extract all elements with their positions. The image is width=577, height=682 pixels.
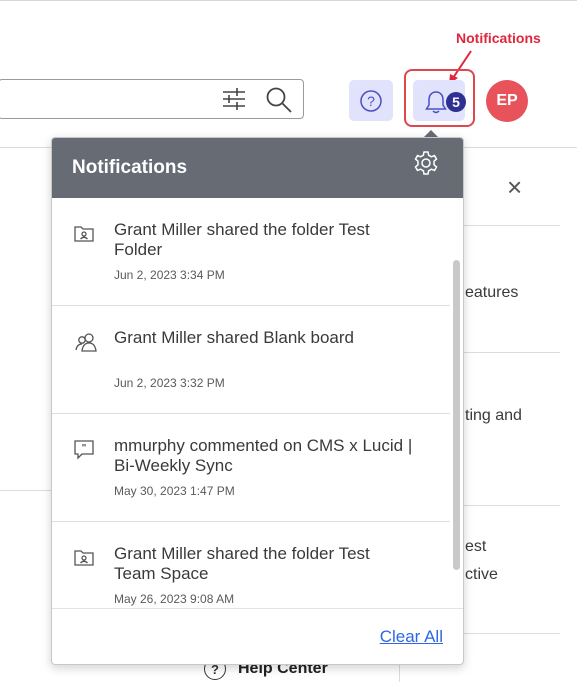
- notification-time: Jun 2, 2023 3:34 PM: [114, 268, 225, 282]
- shared-folder-icon: [74, 224, 94, 247]
- svg-text:?: ?: [367, 93, 375, 109]
- panel-text-fragment: est: [465, 538, 487, 555]
- notification-item[interactable]: " mmurphy commented on CMS x Lucid | Bi-…: [52, 414, 450, 522]
- notification-count-badge: 5: [446, 92, 466, 112]
- top-border: [0, 0, 577, 1]
- left-row-divider: [0, 490, 52, 491]
- notifications-header: Notifications: [52, 138, 463, 198]
- search-icon[interactable]: [265, 86, 293, 119]
- gear-icon[interactable]: [413, 150, 439, 181]
- notifications-list[interactable]: Grant Miller shared the folder Test Fold…: [52, 198, 463, 608]
- panel-text-fragment: ting and: [465, 407, 522, 424]
- callout-label: Notifications: [456, 30, 541, 46]
- notifications-button[interactable]: 5: [413, 80, 466, 121]
- notification-message: mmurphy commented on CMS x Lucid | Bi-We…: [114, 436, 413, 475]
- panel-text-fragment: eatures: [465, 284, 519, 301]
- notifications-dropdown: Notifications Grant Miller shared the fo…: [51, 137, 464, 665]
- notification-message: Grant Miller shared the folder Test Fold…: [114, 220, 370, 259]
- svg-text:": ": [82, 443, 87, 454]
- notification-item[interactable]: Grant Miller shared the folder Test Team…: [52, 522, 450, 608]
- question-mark-icon: ?: [360, 90, 382, 112]
- notification-time: May 26, 2023 9:08 AM: [114, 592, 235, 606]
- notification-message: Grant Miller shared the folder Test Team…: [114, 544, 370, 583]
- notification-item[interactable]: Grant Miller shared the folder Test Fold…: [52, 198, 450, 306]
- clear-all-link[interactable]: Clear All: [380, 627, 443, 647]
- notifications-footer: Clear All: [52, 608, 463, 664]
- filter-sliders-icon[interactable]: [221, 87, 247, 116]
- search-bar[interactable]: [0, 79, 304, 119]
- notification-time: May 30, 2023 1:47 PM: [114, 484, 235, 498]
- panel-text-fragment: ctive: [465, 566, 498, 583]
- scrollbar[interactable]: [453, 260, 460, 570]
- shared-users-icon: [74, 332, 98, 357]
- close-icon[interactable]: ×: [507, 174, 522, 200]
- shared-folder-icon: [74, 548, 94, 571]
- notification-time: Jun 2, 2023 3:32 PM: [114, 376, 225, 390]
- notification-item[interactable]: Grant Miller shared Blank board Jun 2, 2…: [52, 306, 450, 414]
- comment-icon: ": [74, 440, 94, 465]
- user-avatar[interactable]: EP: [486, 80, 528, 122]
- notifications-title: Notifications: [72, 157, 188, 178]
- help-button[interactable]: ?: [349, 80, 393, 121]
- notification-message: Grant Miller shared Blank board: [114, 328, 355, 347]
